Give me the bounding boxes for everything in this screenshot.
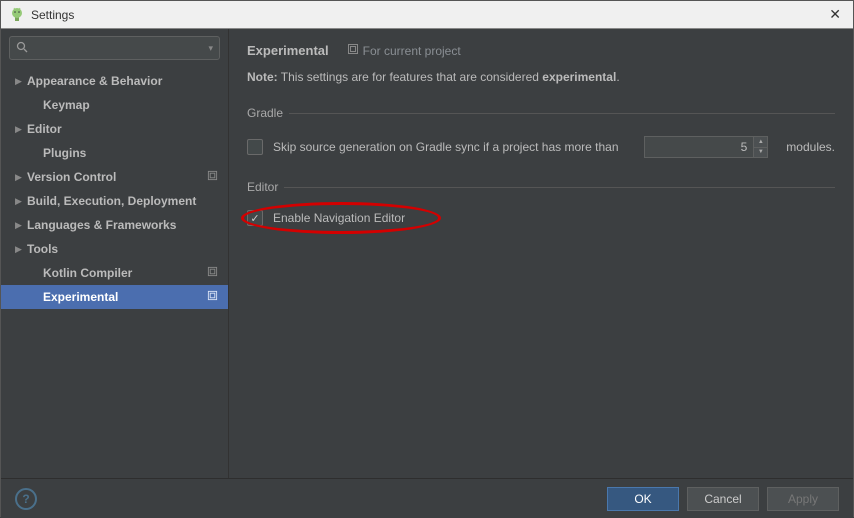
help-button[interactable]: ? xyxy=(15,488,37,510)
sidebar-item-label: Editor xyxy=(27,122,62,136)
sidebar-item-build-execution-deployment[interactable]: ▶Build, Execution, Deployment xyxy=(1,189,228,213)
sidebar-item-kotlin-compiler[interactable]: Kotlin Compiler xyxy=(1,261,228,285)
close-icon[interactable]: ✕ xyxy=(825,6,845,23)
project-scope-icon xyxy=(207,266,218,280)
apply-button[interactable]: Apply xyxy=(767,487,839,511)
gradle-legend: Gradle xyxy=(247,106,289,120)
project-scope-icon xyxy=(207,290,218,304)
page-title: Experimental xyxy=(247,43,329,58)
sidebar-item-label: Kotlin Compiler xyxy=(43,266,132,280)
expand-arrow-icon: ▶ xyxy=(15,196,27,207)
ok-button[interactable]: OK xyxy=(607,487,679,511)
module-count-input[interactable] xyxy=(644,136,754,158)
sidebar: ▾ ▶Appearance & BehaviorKeymap▶EditorPlu… xyxy=(1,29,229,478)
app-icon xyxy=(9,7,25,23)
search-icon xyxy=(16,41,28,56)
expand-arrow-icon: ▶ xyxy=(15,244,27,255)
search-input[interactable]: ▾ xyxy=(9,36,220,60)
gradle-section: Gradle Skip source generation on Gradle … xyxy=(247,106,835,158)
scope-label: For current project xyxy=(347,43,461,58)
modules-suffix: modules. xyxy=(786,140,835,154)
sidebar-item-label: Tools xyxy=(27,242,58,256)
spinner-up-icon[interactable]: ▲ xyxy=(754,137,767,148)
sidebar-item-label: Experimental xyxy=(43,290,118,304)
sidebar-item-label: Keymap xyxy=(43,98,90,112)
enable-nav-editor-label: Enable Navigation Editor xyxy=(273,211,405,225)
sidebar-item-experimental[interactable]: Experimental xyxy=(1,285,228,309)
sidebar-item-tools[interactable]: ▶Tools xyxy=(1,237,228,261)
sidebar-item-label: Appearance & Behavior xyxy=(27,74,162,88)
title-bar: Settings ✕ xyxy=(1,1,853,29)
project-scope-icon xyxy=(347,43,359,58)
sidebar-item-languages-frameworks[interactable]: ▶Languages & Frameworks xyxy=(1,213,228,237)
sidebar-item-editor[interactable]: ▶Editor xyxy=(1,117,228,141)
spinner-down-icon[interactable]: ▼ xyxy=(754,148,767,158)
note-text: Note: This settings are for features tha… xyxy=(247,70,835,84)
editor-legend: Editor xyxy=(247,180,284,194)
editor-section: Editor Enable Navigation Editor xyxy=(247,180,835,226)
sidebar-item-appearance-behavior[interactable]: ▶Appearance & Behavior xyxy=(1,69,228,93)
sidebar-item-keymap[interactable]: Keymap xyxy=(1,93,228,117)
expand-arrow-icon: ▶ xyxy=(15,172,27,183)
sidebar-item-label: Plugins xyxy=(43,146,86,160)
sidebar-item-label: Languages & Frameworks xyxy=(27,218,176,232)
expand-arrow-icon: ▶ xyxy=(15,220,27,231)
window-title: Settings xyxy=(31,8,825,22)
sidebar-item-version-control[interactable]: ▶Version Control xyxy=(1,165,228,189)
expand-arrow-icon: ▶ xyxy=(15,124,27,135)
chevron-down-icon: ▾ xyxy=(208,43,213,54)
enable-nav-editor-checkbox[interactable] xyxy=(247,210,263,226)
expand-arrow-icon: ▶ xyxy=(15,76,27,87)
sidebar-item-plugins[interactable]: Plugins xyxy=(1,141,228,165)
project-scope-icon xyxy=(207,170,218,184)
dialog-footer: ? OK Cancel Apply xyxy=(1,478,853,518)
sidebar-item-label: Version Control xyxy=(27,170,116,184)
module-count-spinner[interactable]: ▲ ▼ xyxy=(644,136,768,158)
cancel-button[interactable]: Cancel xyxy=(687,487,759,511)
settings-tree: ▶Appearance & BehaviorKeymap▶EditorPlugi… xyxy=(1,67,228,478)
skip-source-gen-checkbox[interactable] xyxy=(247,139,263,155)
sidebar-item-label: Build, Execution, Deployment xyxy=(27,194,196,208)
settings-panel: Experimental For current project Note: T… xyxy=(229,29,853,478)
skip-source-gen-label: Skip source generation on Gradle sync if… xyxy=(273,140,619,154)
